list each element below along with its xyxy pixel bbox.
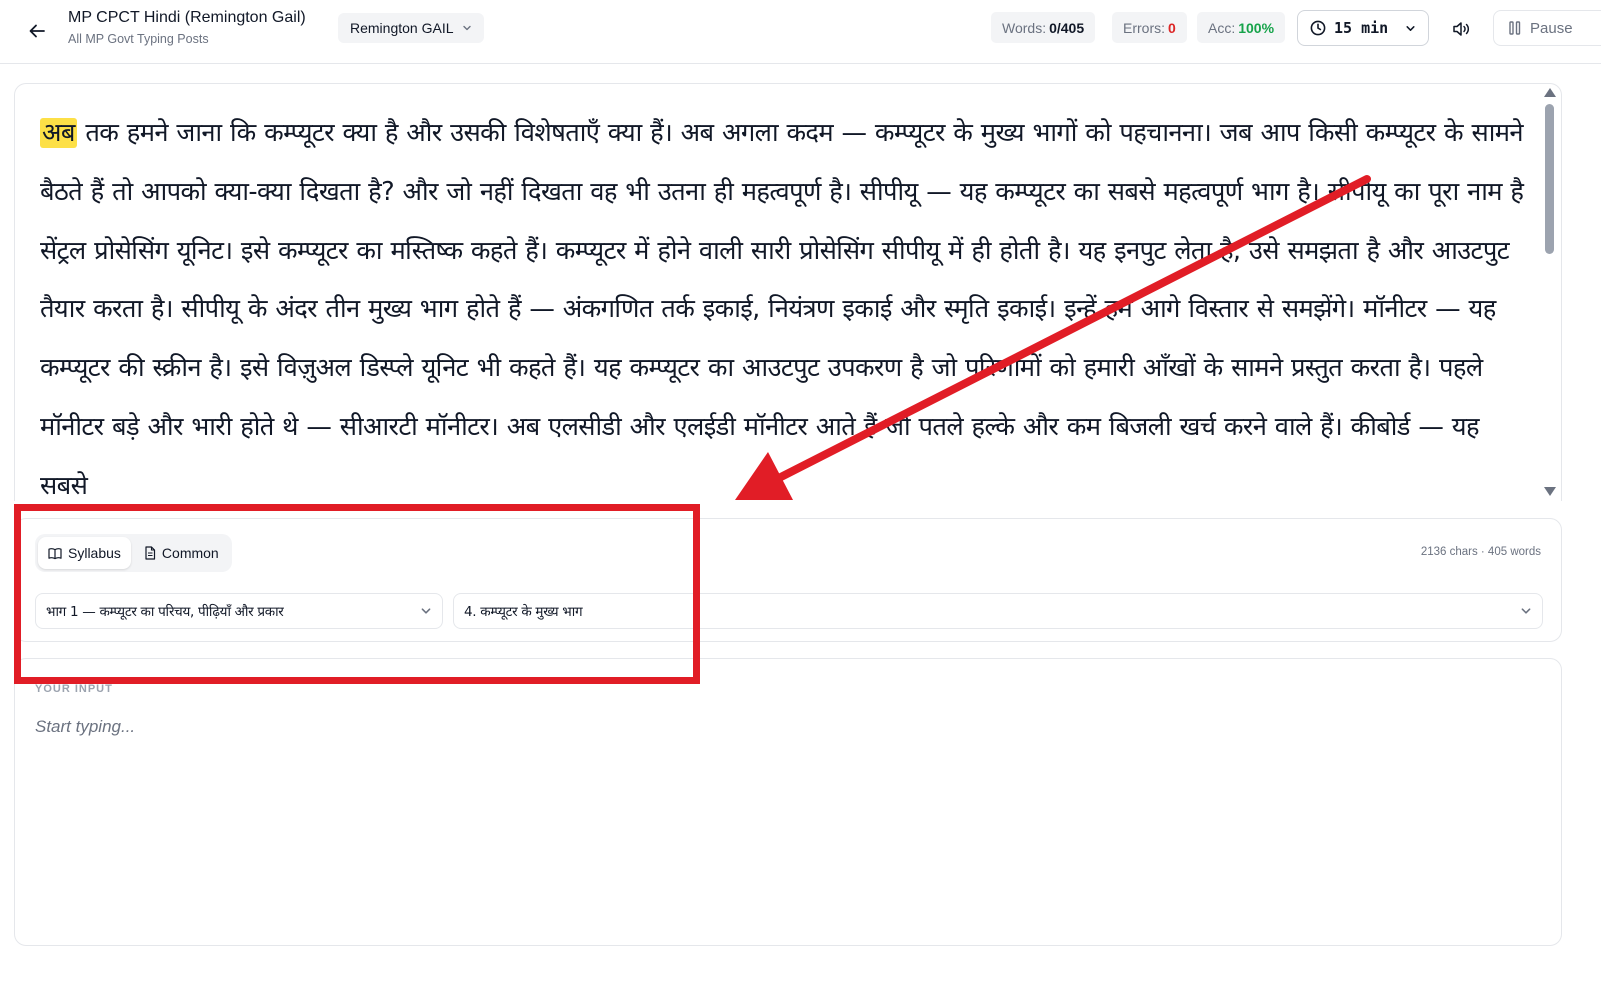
words-stat-value: 0/405 <box>1049 19 1085 36</box>
top-bar: MP CPCT Hindi (Remington Gail) All MP Go… <box>0 0 1601 64</box>
topic-select[interactable]: 4. कम्प्यूटर के मुख्य भाग <box>453 593 1543 629</box>
passage-count: 2136 chars · 405 words <box>1420 546 1541 558</box>
words-stat-label: Words: <box>1002 19 1047 36</box>
topic-select-value: 4. कम्प्यूटर के मुख्य भाग <box>464 604 583 620</box>
chevron-down-icon <box>1406 25 1415 31</box>
chevron-down-icon <box>421 608 431 614</box>
passage-scrollbar[interactable] <box>1545 104 1554 254</box>
page-title: MP CPCT Hindi (Remington Gail) <box>68 9 306 26</box>
current-word: अब <box>40 118 77 148</box>
passage-panel: अब तक हमने जाना कि कम्प्यूटर क्या है और … <box>14 83 1562 501</box>
typing-input[interactable] <box>35 717 1535 927</box>
tab-syllabus[interactable]: Syllabus <box>38 537 131 569</box>
keyboard-layout-dropdown[interactable]: Remington GAIL <box>338 13 484 43</box>
chevron-down-icon <box>1521 608 1531 614</box>
tab-common[interactable]: Common <box>134 537 229 569</box>
back-button[interactable] <box>24 18 50 44</box>
page-subtitle: All MP Govt Typing Posts <box>68 32 209 46</box>
tab-syllabus-label: Syllabus <box>68 545 121 561</box>
back-arrow-icon <box>29 24 45 38</box>
input-panel: YOUR INPUT <box>14 658 1562 946</box>
timer-dropdown[interactable]: 15 min <box>1297 10 1429 46</box>
sound-toggle-button[interactable] <box>1448 16 1474 42</box>
pause-button[interactable]: Pause <box>1493 10 1601 46</box>
clock-icon <box>1310 20 1326 36</box>
passage-text: अब तक हमने जाना कि कम्प्यूटर क्या है और … <box>40 104 1530 501</box>
keyboard-layout-label: Remington GAIL <box>350 20 454 36</box>
part-select-value: भाग 1 — कम्प्यूटर का परिचय, पीढ़ियाँ और … <box>46 604 284 620</box>
speaker-icon <box>1453 22 1469 36</box>
part-select[interactable]: भाग 1 — कम्प्यूटर का परिचय, पीढ़ियाँ और … <box>35 593 443 629</box>
scroll-down-arrow[interactable] <box>1544 487 1556 496</box>
passage-source-panel: Syllabus Common 2136 chars · 405 words भ… <box>14 518 1562 642</box>
pause-label: Pause <box>1530 19 1573 37</box>
errors-stat: Errors: 0 <box>1112 12 1187 43</box>
title-block: MP CPCT Hindi (Remington Gail) All MP Go… <box>68 8 306 48</box>
book-icon <box>48 547 62 559</box>
tab-common-label: Common <box>161 545 219 561</box>
errors-stat-label: Errors: <box>1123 19 1165 36</box>
passage-body: तक हमने जाना कि कम्प्यूटर क्या है और उसक… <box>40 118 1524 501</box>
timer-value: 15 min <box>1334 19 1389 37</box>
pause-icon <box>1509 21 1521 35</box>
accuracy-stat-value: 100% <box>1238 19 1275 36</box>
accuracy-stat-label: Acc: <box>1208 19 1236 36</box>
errors-stat-value: 0 <box>1168 19 1176 36</box>
document-icon <box>145 546 156 560</box>
accuracy-stat: Acc: 100% <box>1197 12 1286 43</box>
source-mode-toggle: Syllabus Common <box>35 534 232 572</box>
input-label: YOUR INPUT <box>35 683 113 695</box>
scroll-up-arrow[interactable] <box>1544 88 1556 97</box>
words-stat: Words: 0/405 <box>991 12 1096 43</box>
chevron-down-icon <box>462 25 471 31</box>
